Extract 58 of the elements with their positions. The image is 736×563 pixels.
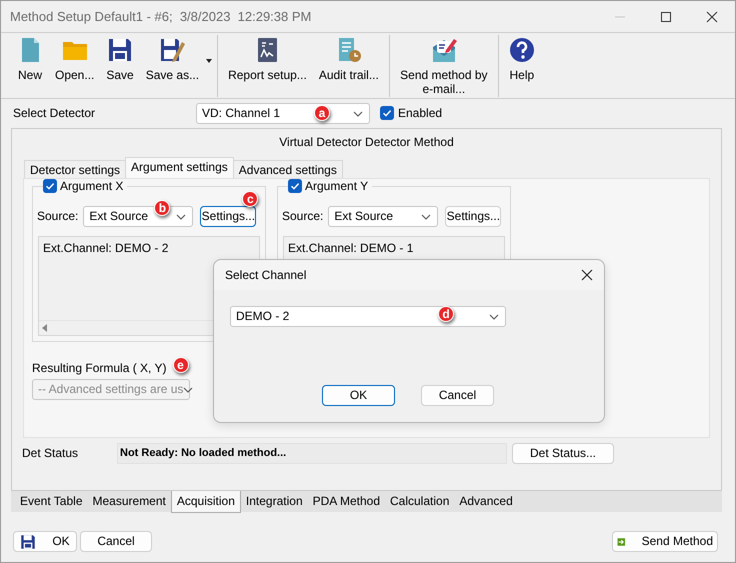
field-label: Det Status [22,446,80,461]
toolbar-button[interactable]: Send method by e-mail... [394,35,494,97]
callout-marker: e [172,357,188,373]
toolbar-button[interactable]: Open... [49,35,100,97]
checkbox-label: Enabled [398,106,442,121]
callout-marker: b [154,200,170,216]
tab[interactable]: Calculation [385,491,454,512]
tab[interactable]: Argument settings [125,157,234,178]
tab[interactable]: Integration [240,491,308,512]
tab[interactable]: Advanced settings [232,160,343,178]
info-text: Ext.Channel: DEMO - 2 [42,240,170,256]
tab[interactable]: Measurement [88,491,171,512]
chevron-icon [421,212,432,222]
ok-button[interactable]: OK [13,531,77,552]
section-title: Virtual Detector Detector Method [278,134,455,151]
dialog-title: Select Channel [225,268,306,282]
tab[interactable]: Detector settings [24,160,126,178]
checkbox[interactable] [43,179,57,194]
window-title: Method Setup Default1 - #6; 3/8/2023 12:29:38 PM [10,8,312,24]
ok-button[interactable]: OK [322,385,395,406]
field-label: Select Detector [13,106,96,121]
field-label: Source: [282,209,324,224]
scroll-left-icon [42,324,48,332]
dropdown-arrow-icon[interactable] [205,57,214,65]
checkbox-label: Argument Y [305,179,368,194]
field-label: Source: [37,209,78,224]
toolbar-button[interactable]: Report setup... [222,35,313,97]
toolbar-button[interactable]: Help [502,35,541,97]
checkbox[interactable] [288,179,302,194]
source-dropdown[interactable]: Ext Source [328,206,438,227]
send-method-button[interactable]: Send Method [612,531,718,552]
toolbar-button[interactable]: New [11,35,49,97]
toolbar-button[interactable]: Audit trail... [312,35,385,97]
info-text: Ext.Channel: DEMO - 1 [287,240,414,256]
toolbar-button[interactable]: Save as... [140,35,206,97]
chevron-icon [353,108,363,118]
floppy-pencil-icon [159,37,186,63]
envelope-pencil-icon [430,37,457,63]
help-icon [508,37,535,63]
checkbox-label: Argument X [60,179,124,194]
toolbar-button[interactable]: Save [100,35,140,97]
cancel-button[interactable]: Cancel [421,385,494,406]
chevron-icon [183,384,194,394]
status-field: Not Ready: No loaded method... [117,443,507,464]
settings-button[interactable]: Settings... [200,206,256,227]
field-label: Resulting Formula ( X, Y) [32,361,166,376]
chevron-icon [489,312,499,322]
chevron-icon [176,212,186,222]
cancel-button[interactable]: Cancel [80,531,152,552]
callout-marker: c [242,191,258,207]
tab[interactable]: Acquisition [170,491,241,513]
det-status-button[interactable]: Det Status... [512,443,614,464]
checkbox[interactable] [380,106,394,120]
tab[interactable]: Advanced [454,491,518,512]
tab[interactable]: Event Table [15,491,88,512]
settings-button[interactable]: Settings... [445,206,502,227]
close-icon[interactable] [581,269,593,281]
tab[interactable]: PDA Method [308,491,385,512]
